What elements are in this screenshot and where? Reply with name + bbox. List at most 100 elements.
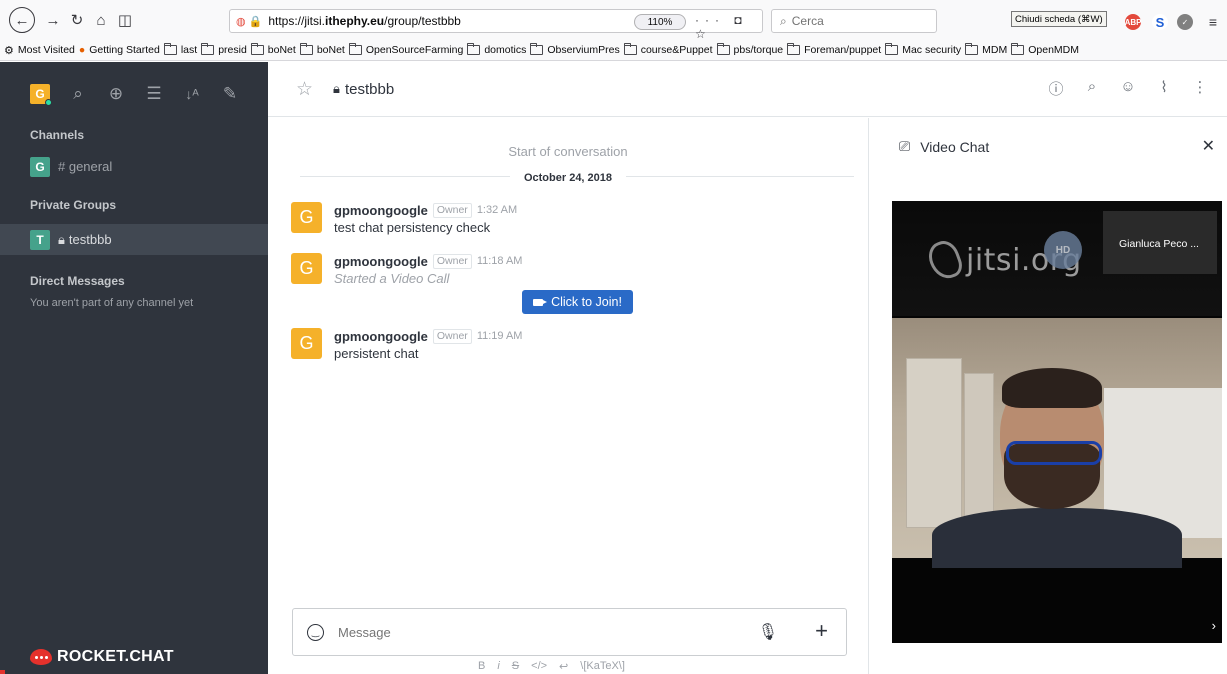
sidebar-item-testbbb[interactable]: T 🔒︎ testbbb (0, 224, 268, 255)
message-username[interactable]: gpmoongoogle (334, 254, 428, 269)
firefox-icon: ● (78, 44, 86, 56)
folder-icon (299, 43, 313, 55)
folder-icon (787, 43, 801, 55)
home-icon: ⌂ (96, 11, 106, 29)
message-avatar[interactable]: G (291, 328, 322, 359)
bookmark-item[interactable]: ObserviumPres (547, 44, 619, 56)
back-button[interactable]: ← (9, 7, 35, 33)
message-time: 11:18 AM (476, 255, 523, 267)
magnifier-icon: ⌕ (780, 13, 787, 28)
private-groups-heading: Private Groups (30, 198, 117, 212)
participant-body (932, 508, 1182, 568)
zoom-level[interactable]: 110% (634, 14, 686, 30)
bookmark-item[interactable]: OpenMDM (1028, 44, 1079, 56)
message-input[interactable] (338, 624, 738, 640)
message-text: persistent chat (334, 346, 419, 361)
home-button[interactable]: ⌂ (90, 9, 112, 31)
role-badge: Owner (432, 253, 472, 269)
search-icon[interactable]: ⌕ (68, 84, 88, 104)
sort-icon[interactable]: ↓ᴬ (182, 86, 202, 102)
browser-toolbar: ← → ↻ ⌂ ◫ ◍ 🔒 https://jitsi. ithephy.eu/g… (0, 0, 1227, 41)
bookmark-item[interactable]: Mac security (902, 44, 961, 56)
video-chat-header: ⎚ Video Chat (899, 138, 989, 155)
close-icon[interactable]: ✕ (1202, 136, 1215, 156)
italic-format-button[interactable]: i (497, 660, 499, 673)
bookmark-item[interactable]: boNet (268, 44, 296, 56)
bookmark-item[interactable]: OpenSourceFarming (366, 44, 463, 56)
close-tab-tooltip: Chiudi scheda (⌘W) (1011, 11, 1107, 27)
bookmark-item[interactable]: boNet (317, 44, 345, 56)
members-icon[interactable]: ☺ (1119, 78, 1137, 99)
camera-background (906, 358, 962, 528)
adblock-icon[interactable]: ABP (1125, 14, 1141, 30)
corner-mark (0, 670, 5, 674)
search-icon[interactable]: ⌕ (1083, 78, 1101, 99)
message-text: test chat persistency check (334, 220, 491, 235)
bookmark-item[interactable]: Most Visited (18, 44, 75, 56)
code-format-button[interactable]: </> (531, 660, 547, 673)
attachment-icon[interactable]: ⌇ (1155, 78, 1173, 99)
jitsi-video-frame[interactable]: jitsi.org HD Gianluca Peco ... › (892, 201, 1222, 643)
sidebar-item-label: # general (58, 159, 113, 174)
bookmark-item[interactable]: Getting Started (89, 44, 160, 56)
message-username[interactable]: gpmoongoogle (334, 329, 428, 344)
bookmark-item[interactable]: pbs/torque (734, 44, 784, 56)
bookmark-item[interactable]: domotics (484, 44, 526, 56)
main-camera-view (892, 318, 1222, 568)
bookmark-item[interactable]: presid (218, 44, 247, 56)
sidebar-toggle-button[interactable]: ◫ (114, 9, 136, 31)
message-item: G gpmoongoogle Owner 11:19 AM persistent… (291, 328, 522, 361)
lock-icon: 🔒︎ (58, 231, 65, 247)
message-item: G gpmoongoogle Owner 11:18 AM Started a … (291, 253, 522, 286)
katex-format-button[interactable]: \[KaTeX\] (580, 660, 625, 673)
forward-button[interactable]: → (42, 9, 64, 31)
rocketchat-logo-text: ROCKET.CHAT (57, 648, 174, 665)
url-actions[interactable]: ··· ◘ ☆ (695, 13, 762, 41)
bookmark-item[interactable]: MDM (982, 44, 1007, 56)
extension-check-icon[interactable]: ✓ (1177, 14, 1193, 30)
bookmark-item[interactable]: last (181, 44, 197, 56)
extension-s-icon[interactable]: S (1152, 14, 1168, 30)
menu-icon[interactable]: ≡ (1205, 14, 1221, 30)
message-time: 1:32 AM (476, 204, 518, 216)
multiline-format-button[interactable]: ↩ (559, 660, 568, 673)
room-header: ☆ 🔒︎ testbbb ⓘ ⌕ ☺ ⌇ ⋮ (268, 62, 1227, 117)
rocketchat-bubble-icon (30, 649, 52, 665)
bookmark-item[interactable]: course&Puppet (641, 44, 713, 56)
reload-icon: ↻ (70, 12, 84, 29)
info-icon[interactable]: ⓘ (1047, 78, 1065, 99)
message-list: Start of conversation October 24, 2018 G… (268, 118, 868, 596)
message-composer: ‿ 🎙︎ + (292, 608, 847, 656)
globe-icon[interactable]: ⊕ (106, 84, 126, 104)
chevron-right-icon[interactable]: › (1212, 618, 1216, 633)
strike-format-button[interactable]: S (512, 660, 519, 673)
url-bar[interactable]: ◍ 🔒 https://jitsi. ithephy.eu/group/testb… (229, 9, 763, 41)
folder-icon (623, 43, 637, 55)
reload-button[interactable]: ↻ (66, 9, 88, 31)
video-top-bar: jitsi.org HD Gianluca Peco ... (892, 201, 1222, 316)
folder-icon (1011, 43, 1025, 55)
search-bar[interactable]: ⌕ Cerca (771, 9, 937, 33)
url-path: /group/testbbb (384, 14, 461, 28)
kebab-icon[interactable]: ⋮ (1191, 78, 1209, 99)
join-video-call-button[interactable]: Click to Join! (522, 290, 633, 314)
message-username[interactable]: gpmoongoogle (334, 203, 428, 218)
url-prefix: https://jitsi. (268, 14, 325, 28)
list-icon[interactable]: ☰ (144, 84, 164, 104)
microphone-icon[interactable]: 🎙︎ (758, 622, 778, 642)
favorite-star-icon[interactable]: ☆ (296, 78, 313, 101)
sidebar-item-label: testbbb (68, 232, 112, 247)
participant-glasses (1006, 441, 1102, 465)
message-avatar[interactable]: G (291, 202, 322, 233)
bold-format-button[interactable]: B (478, 660, 485, 673)
bookmark-item[interactable]: Foreman/puppet (804, 44, 881, 56)
participant-thumbnail[interactable]: Gianluca Peco ... (1103, 211, 1217, 274)
user-avatar[interactable]: G (30, 83, 52, 106)
video-chat-title: Video Chat (920, 138, 990, 155)
plus-icon[interactable]: + (815, 618, 828, 644)
hd-badge: HD (1044, 231, 1082, 269)
message-avatar[interactable]: G (291, 253, 322, 284)
emoji-icon[interactable]: ‿ (307, 623, 324, 641)
sidebar-item-general[interactable]: G # general (0, 151, 268, 182)
edit-icon[interactable]: ✎ (220, 84, 240, 104)
